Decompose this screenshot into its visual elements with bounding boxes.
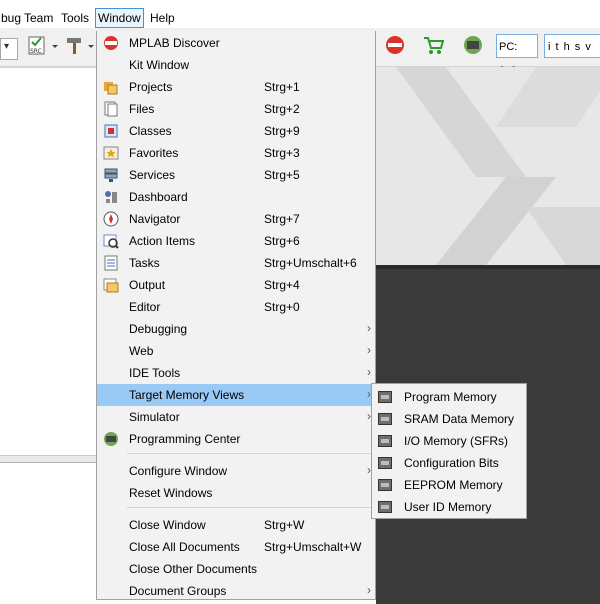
chevron-right-icon: › [367, 583, 371, 597]
cart-icon[interactable] [422, 34, 445, 56]
menu-separator [127, 507, 373, 508]
tasks-icon [103, 255, 119, 271]
chevron-right-icon: › [367, 321, 371, 335]
window-menu: MPLAB Discover Kit Window Projects Strg+… [96, 31, 376, 600]
menu-item-classes[interactable]: Classes Strg+9 [97, 120, 375, 142]
classes-icon [103, 123, 119, 139]
menu-debug[interactable]: bug [0, 9, 23, 27]
memory-chip-icon [378, 435, 392, 447]
hammer-icon[interactable] [64, 34, 86, 56]
menu-item-projects[interactable]: Projects Strg+1 [97, 76, 375, 98]
menu-item-ide-tools[interactable]: IDE Tools › [97, 362, 375, 384]
pc-readout: PC: 0x0 [496, 34, 538, 77]
submenu-item-configuration-bits[interactable]: Configuration Bits [372, 452, 526, 474]
x-logo-watermark [396, 67, 600, 265]
menu-item-debugging[interactable]: Debugging › [97, 318, 375, 340]
submenu-item-program-memory[interactable]: Program Memory [372, 386, 526, 408]
chevron-right-icon: › [367, 343, 371, 357]
mplab-discover-icon [103, 35, 119, 51]
output-icon [103, 277, 119, 293]
svg-text:SRC: SRC [30, 48, 42, 55]
start-page-background [376, 67, 600, 265]
action-items-icon [103, 233, 119, 249]
menu-item-programming-center[interactable]: Programming Center [97, 428, 375, 450]
menu-item-target-memory-views[interactable]: Target Memory Views › [97, 384, 375, 406]
menu-item-output[interactable]: Output Strg+4 [97, 274, 375, 296]
status-flags: i t h s v n z [544, 34, 600, 77]
menu-item-close-all-documents[interactable]: Close All Documents Strg+Umschalt+W [97, 536, 375, 558]
memory-chip-icon [378, 391, 392, 403]
menu-item-navigator[interactable]: Navigator Strg+7 [97, 208, 375, 230]
submenu-item-user-id-memory[interactable]: User ID Memory [372, 496, 526, 518]
favorites-icon [103, 145, 119, 161]
memory-chip-icon [378, 413, 392, 425]
menu-item-action-items[interactable]: Action Items Strg+6 [97, 230, 375, 252]
chevron-down-icon[interactable] [86, 34, 96, 56]
projects-icon [103, 79, 119, 95]
submenu-item-eeprom-memory[interactable]: EEPROM Memory [372, 474, 526, 496]
menu-item-services[interactable]: Services Strg+5 [97, 164, 375, 186]
menu-item-reset-windows[interactable]: Reset Windows [97, 482, 375, 504]
chip-icon[interactable] [462, 34, 484, 56]
dashboard-icon [103, 189, 119, 205]
navigator-pane [0, 462, 96, 601]
submenu-item-sram-data-memory[interactable]: SRAM Data Memory [372, 408, 526, 430]
navigator-icon [103, 211, 119, 227]
memory-chip-icon [378, 457, 392, 469]
menu-item-editor[interactable]: Editor Strg+0 [97, 296, 375, 318]
target-memory-views-submenu: Program Memory SRAM Data Memory I/O Memo… [371, 383, 527, 519]
submenu-item-io-memory[interactable]: I/O Memory (SFRs) [372, 430, 526, 452]
menu-item-close-window[interactable]: Close Window Strg+W [97, 514, 375, 536]
menu-item-document-groups[interactable]: Document Groups › [97, 580, 375, 602]
projects-pane [0, 67, 96, 463]
menu-item-simulator[interactable]: Simulator › [97, 406, 375, 428]
memory-chip-icon [378, 479, 392, 491]
menu-help[interactable]: Help [148, 9, 177, 27]
chevron-down-icon: ▾ [4, 41, 10, 52]
menu-item-configure-window[interactable]: Configure Window › [97, 460, 375, 482]
menu-team[interactable]: Team [22, 9, 55, 27]
config-dropdown[interactable]: ▾ [0, 38, 18, 60]
chevron-right-icon: › [367, 365, 371, 379]
menu-item-dashboard[interactable]: Dashboard [97, 186, 375, 208]
programming-center-icon [103, 431, 119, 447]
menu-tools[interactable]: Tools [59, 9, 91, 27]
menu-item-web[interactable]: Web › [97, 340, 375, 362]
menu-item-kit-window[interactable]: Kit Window [97, 54, 375, 76]
menu-window[interactable]: Window [95, 8, 144, 28]
src-icon[interactable]: SRC [26, 34, 48, 56]
chevron-down-icon[interactable] [50, 34, 60, 56]
services-icon [103, 167, 119, 183]
menu-item-favorites[interactable]: Favorites Strg+3 [97, 142, 375, 164]
menu-item-tasks[interactable]: Tasks Strg+Umschalt+6 [97, 252, 375, 274]
menu-separator [127, 453, 373, 454]
menu-item-files[interactable]: Files Strg+2 [97, 98, 375, 120]
menu-item-mplab-discover[interactable]: MPLAB Discover [97, 32, 375, 54]
mplab-discover-icon[interactable] [384, 34, 406, 56]
menu-item-close-other-documents[interactable]: Close Other Documents [97, 558, 375, 580]
files-icon [103, 101, 119, 117]
memory-chip-icon [378, 501, 392, 513]
